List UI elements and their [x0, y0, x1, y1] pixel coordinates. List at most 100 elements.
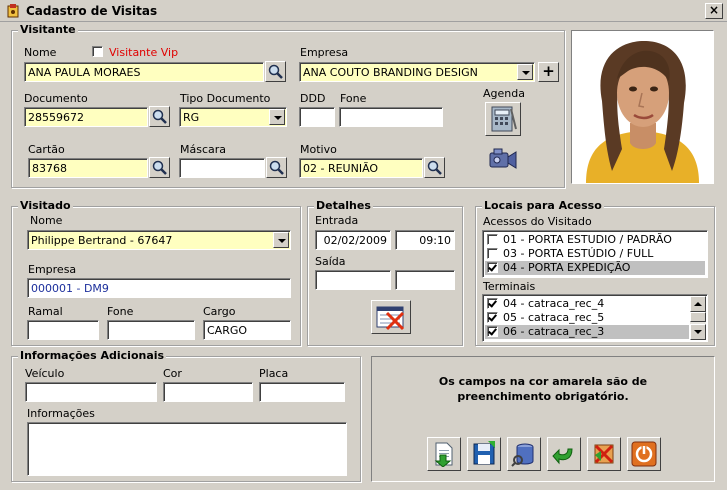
- visitado-legend: Visitado: [18, 199, 73, 212]
- search-documento-button[interactable]: [149, 106, 170, 127]
- magnifier-icon: [152, 160, 167, 175]
- visitado-fone-label: Fone: [107, 305, 134, 318]
- app-icon: [6, 3, 20, 19]
- search-visitante-button[interactable]: [265, 61, 286, 82]
- visitado-empresa-field[interactable]: 000001 - DM9: [27, 278, 291, 298]
- visitante-fone-field[interactable]: [339, 107, 443, 127]
- tipo-doc-combo[interactable]: RG: [179, 107, 287, 127]
- visitante-fone-label: Fone: [340, 92, 367, 105]
- visitante-nome-label: Nome: [24, 46, 57, 59]
- delete-button[interactable]: [587, 437, 621, 471]
- save-button[interactable]: [467, 437, 501, 471]
- new-button[interactable]: [427, 437, 461, 471]
- acesso-label: 03 - PORTA ESTÚDIO / FULL: [503, 247, 654, 260]
- ddd-field[interactable]: [299, 107, 335, 127]
- terminais-scrollbar[interactable]: [690, 296, 706, 340]
- empresa-label: Empresa: [300, 46, 349, 59]
- search-mascara-button[interactable]: [266, 157, 287, 178]
- close-icon[interactable]: ×: [705, 3, 723, 19]
- veiculo-field[interactable]: [25, 382, 157, 402]
- chevron-down-icon[interactable]: [273, 232, 289, 248]
- mascara-field[interactable]: [179, 158, 265, 178]
- terminal-item[interactable]: 05 - catraca_rec_5: [485, 311, 689, 325]
- informacoes-label: Informações: [27, 407, 95, 420]
- visitante-nome-field[interactable]: ANA PAULA MORAES: [24, 62, 264, 82]
- required-notice-line1: Os campos na cor amarela são de: [438, 375, 648, 388]
- terminal-item[interactable]: 06 - catraca_rec_3: [485, 325, 689, 339]
- cor-label: Cor: [163, 367, 182, 380]
- title-bar: Cadastro de Visitas ×: [0, 0, 727, 22]
- informacoes-textarea[interactable]: [27, 422, 347, 476]
- exit-button[interactable]: [627, 437, 661, 471]
- empresa-value: ANA COUTO BRANDING DESIGN: [303, 66, 478, 79]
- terminal-item[interactable]: 04 - catraca_rec_4: [485, 297, 689, 311]
- ramal-label: Ramal: [28, 305, 63, 318]
- cargo-field[interactable]: CARGO: [203, 320, 291, 340]
- scroll-up-icon[interactable]: [690, 296, 706, 312]
- visitado-nome-combo[interactable]: Philippe Bertrand - 67647: [27, 230, 291, 250]
- acesso-label: 04 - PORTA EXPEDIÇÃO: [503, 261, 631, 274]
- power-icon: [631, 441, 657, 467]
- documento-label: Documento: [24, 92, 88, 105]
- new-document-icon: [434, 442, 453, 467]
- camera-button[interactable]: [486, 143, 522, 177]
- entrada-date-field[interactable]: 02/02/2009: [315, 230, 391, 250]
- acesso-checkbox[interactable]: [487, 262, 498, 273]
- placa-field[interactable]: [259, 382, 345, 402]
- visitado-nome-value: Philippe Bertrand - 67647: [31, 234, 173, 247]
- mascara-label: Máscara: [180, 143, 227, 156]
- empresa-combo[interactable]: ANA COUTO BRANDING DESIGN: [299, 62, 535, 82]
- terminais-list[interactable]: 04 - catraca_rec_4 05 - catraca_rec_5 06…: [482, 294, 708, 342]
- chevron-down-icon[interactable]: [269, 109, 285, 125]
- agenda-button[interactable]: [485, 102, 521, 136]
- saida-time-field[interactable]: [395, 270, 455, 290]
- detalhes-legend: Detalhes: [314, 199, 373, 212]
- acesso-item[interactable]: 03 - PORTA ESTÚDIO / FULL: [485, 247, 705, 261]
- documento-field[interactable]: 28559672: [24, 107, 148, 127]
- terminal-label: 05 - catraca_rec_5: [503, 311, 605, 324]
- back-button[interactable]: [547, 437, 581, 471]
- placa-label: Placa: [259, 367, 289, 380]
- acesso-item[interactable]: 04 - PORTA EXPEDIÇÃO: [485, 261, 705, 275]
- magnifier-icon: [152, 109, 167, 124]
- database-button[interactable]: [507, 437, 541, 471]
- terminal-checkbox[interactable]: [487, 298, 498, 309]
- saida-label: Saída: [315, 255, 346, 268]
- search-cartao-button[interactable]: [149, 157, 170, 178]
- clear-details-button[interactable]: [371, 300, 411, 334]
- ramal-field[interactable]: [27, 320, 99, 340]
- acesso-item[interactable]: 01 - PORTA ESTUDIO / PADRÃO: [485, 233, 705, 247]
- chevron-down-icon[interactable]: [517, 64, 533, 80]
- floppy-disk-icon: [473, 441, 495, 465]
- visitado-fone-field[interactable]: [107, 320, 195, 340]
- scroll-down-icon[interactable]: [690, 324, 706, 340]
- vip-label: Visitante Vip: [109, 46, 179, 59]
- vip-checkbox[interactable]: [92, 46, 103, 57]
- entrada-time-field[interactable]: 09:10: [395, 230, 455, 250]
- magnifier-icon: [269, 160, 284, 175]
- magnifier-icon: [268, 64, 283, 79]
- back-arrow-icon: [552, 448, 573, 465]
- window-title: Cadastro de Visitas: [26, 4, 158, 18]
- motivo-label: Motivo: [300, 143, 337, 156]
- acesso-label: 01 - PORTA ESTUDIO / PADRÃO: [503, 233, 672, 246]
- ddd-label: DDD: [300, 92, 326, 105]
- acessos-list[interactable]: 01 - PORTA ESTUDIO / PADRÃO 03 - PORTA E…: [482, 230, 708, 278]
- acesso-checkbox[interactable]: [487, 248, 498, 259]
- terminal-label: 04 - catraca_rec_4: [503, 297, 605, 310]
- motivo-field[interactable]: 02 - REUNIÃO: [299, 158, 423, 178]
- magnifier-icon: [427, 160, 442, 175]
- search-motivo-button[interactable]: [424, 157, 445, 178]
- photo-frame: [571, 30, 714, 184]
- agenda-label: Agenda: [483, 87, 525, 100]
- cartao-field[interactable]: 83768: [28, 158, 148, 178]
- saida-date-field[interactable]: [315, 270, 391, 290]
- scroll-thumb[interactable]: [690, 312, 706, 322]
- veiculo-label: Veículo: [25, 367, 65, 380]
- acesso-checkbox[interactable]: [487, 234, 498, 245]
- terminal-checkbox[interactable]: [487, 312, 498, 323]
- terminal-checkbox[interactable]: [487, 326, 498, 337]
- calculator-icon: [491, 106, 517, 132]
- cor-field[interactable]: [163, 382, 253, 402]
- add-empresa-button[interactable]: +: [538, 62, 559, 82]
